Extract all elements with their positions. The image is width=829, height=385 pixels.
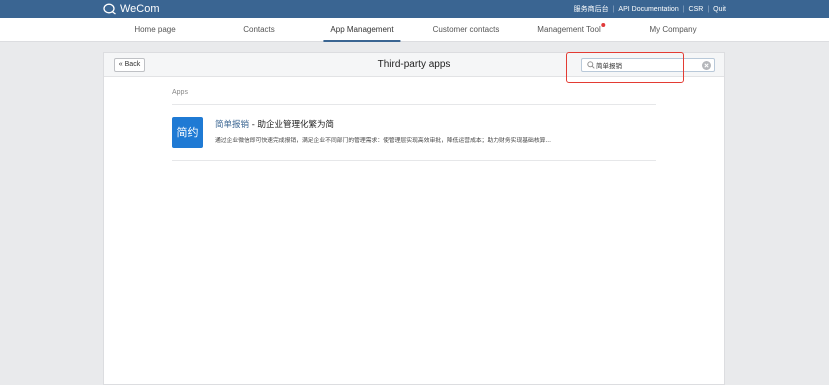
title-separator: - bbox=[249, 120, 258, 130]
quit-link[interactable]: Quit bbox=[713, 6, 726, 13]
tab-home-page[interactable]: Home page bbox=[134, 18, 175, 42]
tab-contacts[interactable]: Contacts bbox=[243, 18, 275, 42]
search-highlight-box bbox=[566, 52, 684, 83]
clear-icon[interactable] bbox=[702, 61, 711, 70]
tab-management-tool-label: Management Tool bbox=[537, 25, 601, 34]
separator: | bbox=[682, 5, 685, 13]
separator: | bbox=[612, 5, 615, 13]
tab-my-company[interactable]: My Company bbox=[649, 18, 696, 42]
back-button[interactable]: « Back bbox=[114, 58, 145, 72]
wecom-logo-icon bbox=[103, 3, 116, 15]
tab-customer-contacts[interactable]: Customer contacts bbox=[433, 18, 500, 42]
app-name-link[interactable]: 简单报销 bbox=[215, 120, 249, 130]
api-documentation-link[interactable]: API Documentation bbox=[618, 6, 678, 13]
divider bbox=[172, 160, 656, 161]
app-description: 通过企业微信即可快速完成报销，满足企业不同部门的管理需求：使管理层实现高效审批，… bbox=[215, 138, 551, 144]
divider bbox=[172, 104, 656, 105]
main-nav: Home page Contacts App Management Custom… bbox=[0, 18, 829, 42]
tab-management-tool[interactable]: Management Tool bbox=[537, 18, 606, 42]
app-tagline: 助企业管理化繁为简 bbox=[257, 120, 335, 130]
app-icon: 简约 bbox=[172, 117, 203, 148]
app-result-item[interactable]: 简约 简单报销 - 助企业管理化繁为简 通过企业微信即可快速完成报销，满足企业不… bbox=[172, 117, 656, 153]
service-provider-link[interactable]: 服务商后台 bbox=[574, 4, 609, 14]
top-links: 服务商后台 | API Documentation | CSR | Quit bbox=[574, 0, 726, 18]
notification-dot-icon bbox=[601, 23, 606, 27]
separator: | bbox=[707, 5, 710, 13]
tab-app-management[interactable]: App Management bbox=[323, 18, 401, 42]
app-title: 简单报销 - 助企业管理化繁为简 bbox=[215, 118, 334, 130]
wecom-logo[interactable]: WeCom bbox=[103, 2, 160, 16]
top-bar: WeCom 服务商后台 | API Documentation | CSR | … bbox=[0, 0, 829, 18]
logo-text: WeCom bbox=[120, 3, 160, 15]
csr-link[interactable]: CSR bbox=[689, 6, 704, 13]
section-label-apps: Apps bbox=[172, 89, 188, 96]
third-party-apps-panel: Third-party apps « Back bbox=[103, 52, 725, 385]
